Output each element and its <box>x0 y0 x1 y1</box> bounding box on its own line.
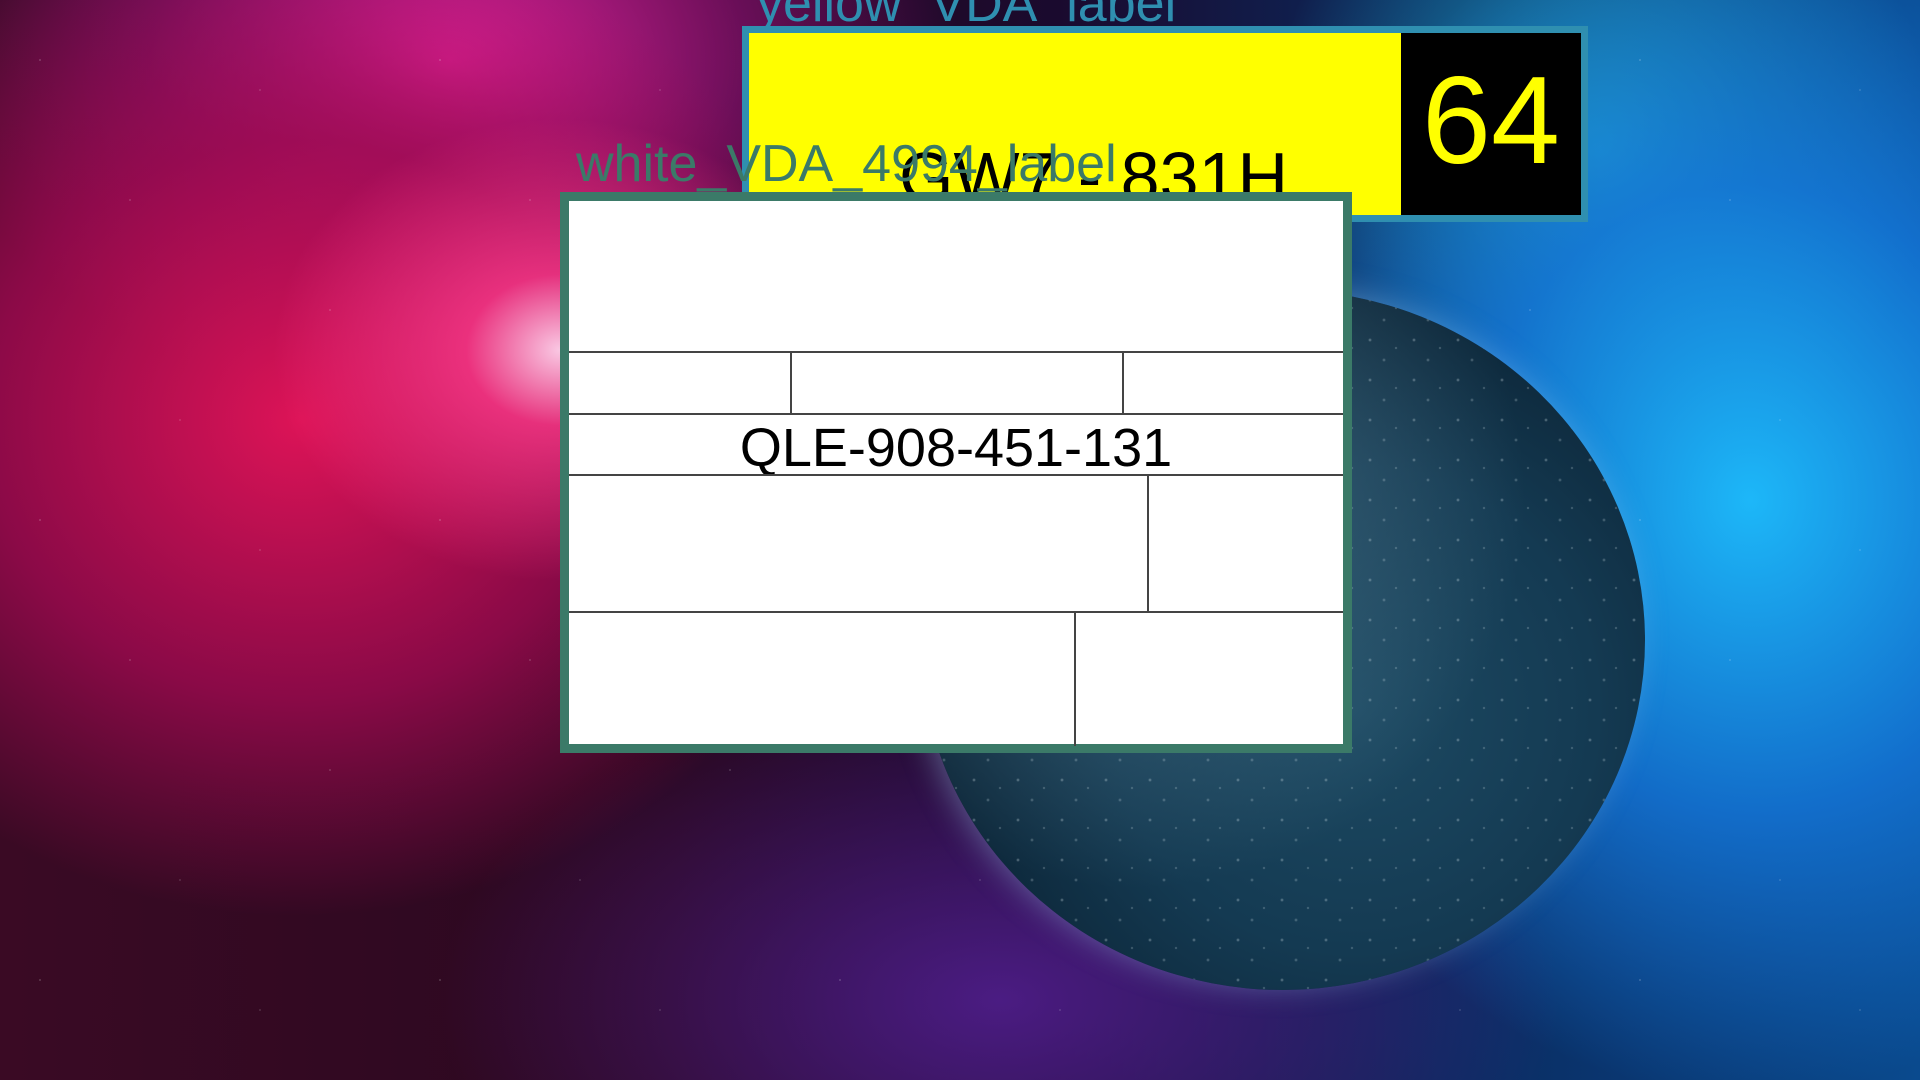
yellow-label-number: 64 <box>1422 52 1560 190</box>
white-vda-4994-label[interactable]: QLE-908-451-131 <box>560 192 1352 753</box>
label-divider <box>569 351 1343 353</box>
white-label-code: QLE-908-451-131 <box>739 418 1173 478</box>
yellow-label-caption: yellow_VDA_label <box>757 0 1177 33</box>
label-divider <box>1122 351 1124 413</box>
label-divider <box>569 611 1343 613</box>
label-divider <box>790 351 792 413</box>
label-divider <box>569 413 1343 415</box>
yellow-label-number-box: 64 <box>1401 33 1581 215</box>
label-divider <box>569 474 1343 476</box>
white-label-caption: white_VDA_4994_label <box>576 135 1117 193</box>
label-divider <box>1074 611 1076 746</box>
label-divider <box>1147 474 1149 611</box>
